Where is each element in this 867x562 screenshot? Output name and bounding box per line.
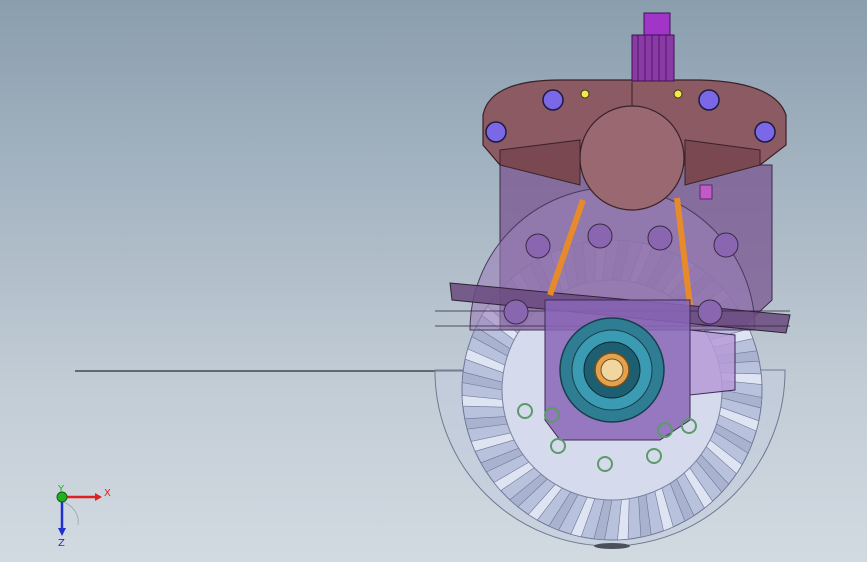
y-axis-label: Y [57,484,65,495]
z-axis-label: Z [58,538,65,549]
shell-bottom-mark [594,543,630,549]
x-axis-label: X [104,488,111,499]
breather-fitting[interactable] [699,184,713,200]
differential-assembly-model[interactable] [0,0,867,562]
x-axis-arrowhead [95,493,102,501]
pinion-bearing-boss[interactable] [579,105,685,211]
coordinate-triad: X Y Z [40,480,120,550]
z-axis-arrowhead [58,528,66,536]
graphics-viewport[interactable]: X Y Z [0,0,867,562]
output-bearing[interactable] [559,317,665,423]
pinion-spline-shaft[interactable] [631,12,675,82]
